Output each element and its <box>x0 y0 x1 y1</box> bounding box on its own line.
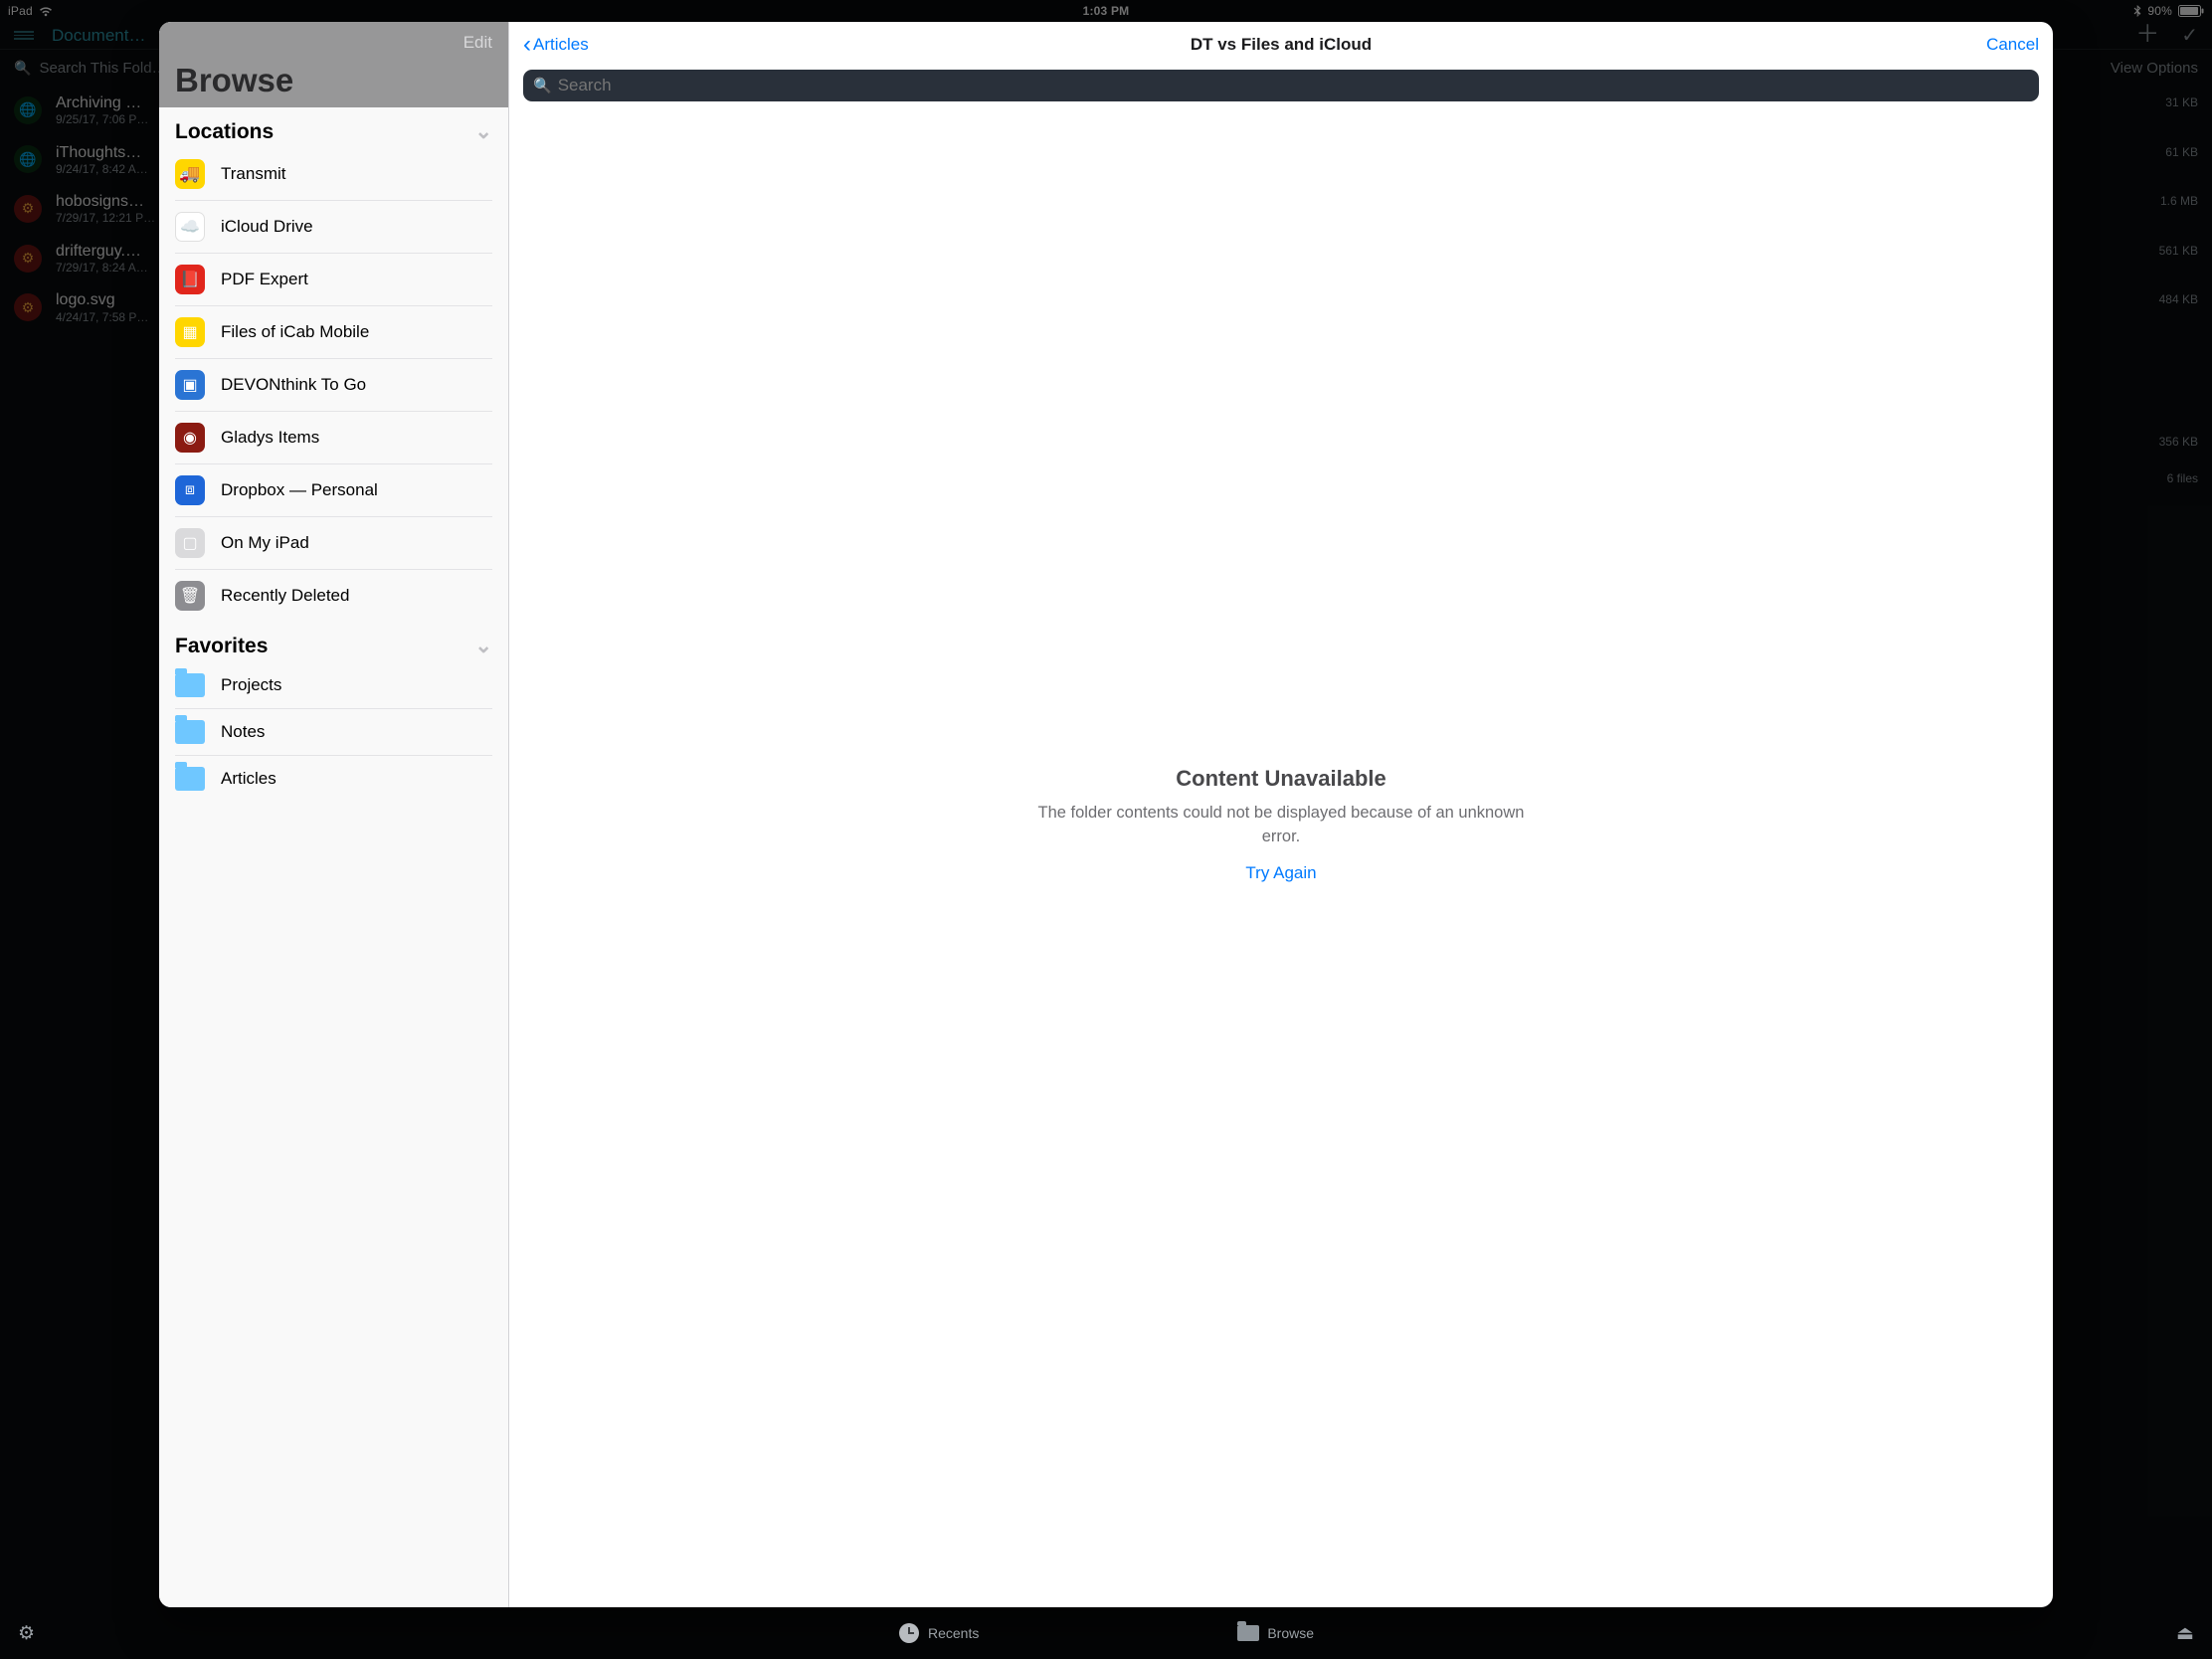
location-item[interactable]: ▦ Files of iCab Mobile <box>175 306 492 359</box>
ipad-icon: ▢ <box>175 528 205 558</box>
try-again-button[interactable]: Try Again <box>1245 863 1316 883</box>
favorite-item[interactable]: Projects <box>175 662 492 709</box>
icab-icon: ▦ <box>175 317 205 347</box>
tab-browse[interactable]: Browse <box>1237 1622 1314 1644</box>
files-detail-pane: ‹ Articles DT vs Files and iCloud Cancel… <box>509 22 2053 1607</box>
files-picker-modal: Edit Browse Locations ⌄ 🚚 Transmit ☁️ iClou… <box>159 22 2053 1607</box>
favorites-label: Favorites <box>175 635 268 658</box>
locations-header[interactable]: Locations ⌄ <box>159 107 508 148</box>
tab-browse-label: Browse <box>1267 1625 1314 1641</box>
detail-search-input[interactable] <box>558 76 2029 95</box>
settings-gear-icon[interactable]: ⚙ <box>18 1622 35 1645</box>
location-item[interactable]: ▢ On My iPad <box>175 517 492 570</box>
browse-title: Browse <box>175 62 492 99</box>
location-item[interactable]: ⧈ Dropbox — Personal <box>175 464 492 517</box>
locations-label: Locations <box>175 120 274 144</box>
eject-icon[interactable]: ⏏ <box>2176 1622 2194 1645</box>
gladys-icon: ◉ <box>175 423 205 453</box>
location-label: DEVONthink To Go <box>221 375 366 395</box>
favorite-label: Projects <box>221 675 281 695</box>
detail-title: DT vs Files and iCloud <box>1191 35 1372 55</box>
location-label: PDF Expert <box>221 270 308 289</box>
icloud-icon: ☁️ <box>175 212 205 242</box>
search-icon: 🔍 <box>533 77 552 94</box>
dropbox-icon: ⧈ <box>175 475 205 505</box>
favorite-item[interactable]: Articles <box>175 756 492 802</box>
location-item[interactable]: ☁️ iCloud Drive <box>175 201 492 254</box>
folder-icon <box>1237 1625 1259 1641</box>
location-item[interactable]: ◉ Gladys Items <box>175 412 492 464</box>
location-item[interactable]: 🗑 Recently Deleted <box>175 570 492 622</box>
folder-icon <box>175 767 205 791</box>
transmit-icon: 🚚 <box>175 159 205 189</box>
bottom-tabbar: ⚙ Recents Browse ⏏ <box>0 1607 2212 1659</box>
location-label: Recently Deleted <box>221 586 349 606</box>
edit-button[interactable]: Edit <box>463 33 492 53</box>
location-item[interactable]: 📕 PDF Expert <box>175 254 492 306</box>
cancel-button[interactable]: Cancel <box>1986 35 2039 55</box>
location-item[interactable]: ▣ DEVONthink To Go <box>175 359 492 412</box>
tab-recents-label: Recents <box>928 1625 979 1641</box>
folder-icon <box>175 673 205 697</box>
back-label: Articles <box>533 35 589 55</box>
clock-icon <box>899 1623 919 1643</box>
back-button[interactable]: ‹ Articles <box>523 33 589 57</box>
location-label: Dropbox — Personal <box>221 480 378 500</box>
error-message: The folder contents could not be display… <box>1022 802 1540 849</box>
location-label: Files of iCab Mobile <box>221 322 369 342</box>
error-title: Content Unavailable <box>1176 766 1385 792</box>
location-label: Gladys Items <box>221 428 319 448</box>
location-label: On My iPad <box>221 533 309 553</box>
favorite-label: Notes <box>221 722 265 742</box>
files-sidebar: Edit Browse Locations ⌄ 🚚 Transmit ☁️ iClou… <box>159 22 509 1607</box>
pdfexpert-icon: 📕 <box>175 265 205 294</box>
detail-search-field[interactable]: 🔍 <box>523 70 2039 101</box>
tab-recents[interactable]: Recents <box>898 1622 979 1644</box>
favorites-header[interactable]: Favorites ⌄ <box>159 622 508 662</box>
chevron-down-icon: ⌄ <box>474 119 492 144</box>
location-label: Transmit <box>221 164 286 184</box>
folder-icon <box>175 720 205 744</box>
chevron-down-icon: ⌄ <box>474 634 492 658</box>
favorite-item[interactable]: Notes <box>175 709 492 756</box>
favorite-label: Articles <box>221 769 276 789</box>
chevron-left-icon: ‹ <box>523 33 531 57</box>
trash-icon: 🗑 <box>175 581 205 611</box>
location-item[interactable]: 🚚 Transmit <box>175 148 492 201</box>
devon-icon: ▣ <box>175 370 205 400</box>
location-label: iCloud Drive <box>221 217 313 237</box>
